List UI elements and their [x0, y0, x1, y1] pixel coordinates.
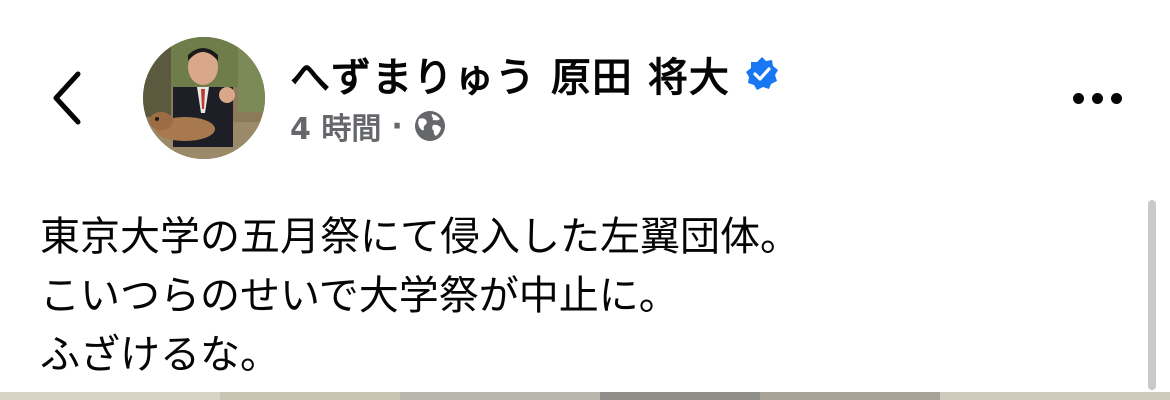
post-text-line: こいつらのせいで大学祭が中止に。	[40, 273, 679, 319]
post-media-preview[interactable]	[0, 392, 1170, 400]
more-horizontal-icon	[1072, 92, 1084, 104]
more-options-button[interactable]	[1062, 78, 1132, 118]
post-text-line: 東京大学の五月祭にて侵入した左翼団体。	[40, 214, 800, 260]
scrollbar[interactable]	[1148, 200, 1156, 390]
author-name[interactable]: へずまりゅう 原田 将大	[290, 45, 730, 103]
back-button[interactable]	[38, 58, 98, 138]
verified-badge-icon	[745, 57, 778, 90]
avatar-photo	[143, 37, 265, 159]
avatar[interactable]	[143, 37, 265, 159]
post-meta: 4 時間 ·	[290, 104, 447, 148]
more-horizontal-icon	[1091, 92, 1103, 104]
author-row: へずまりゅう 原田 将大	[290, 44, 780, 104]
timestamp[interactable]: 4 時間	[290, 104, 381, 148]
meta-separator: ·	[391, 108, 403, 144]
chevron-left-icon	[53, 71, 81, 125]
globe-icon[interactable]	[413, 109, 447, 143]
post-text: 東京大学の五月祭にて侵入した左翼団体。 こいつらのせいで大学祭が中止に。 ふざけ…	[40, 208, 800, 385]
more-horizontal-icon	[1110, 92, 1122, 104]
post-text-line: ふざけるな。	[40, 332, 280, 378]
